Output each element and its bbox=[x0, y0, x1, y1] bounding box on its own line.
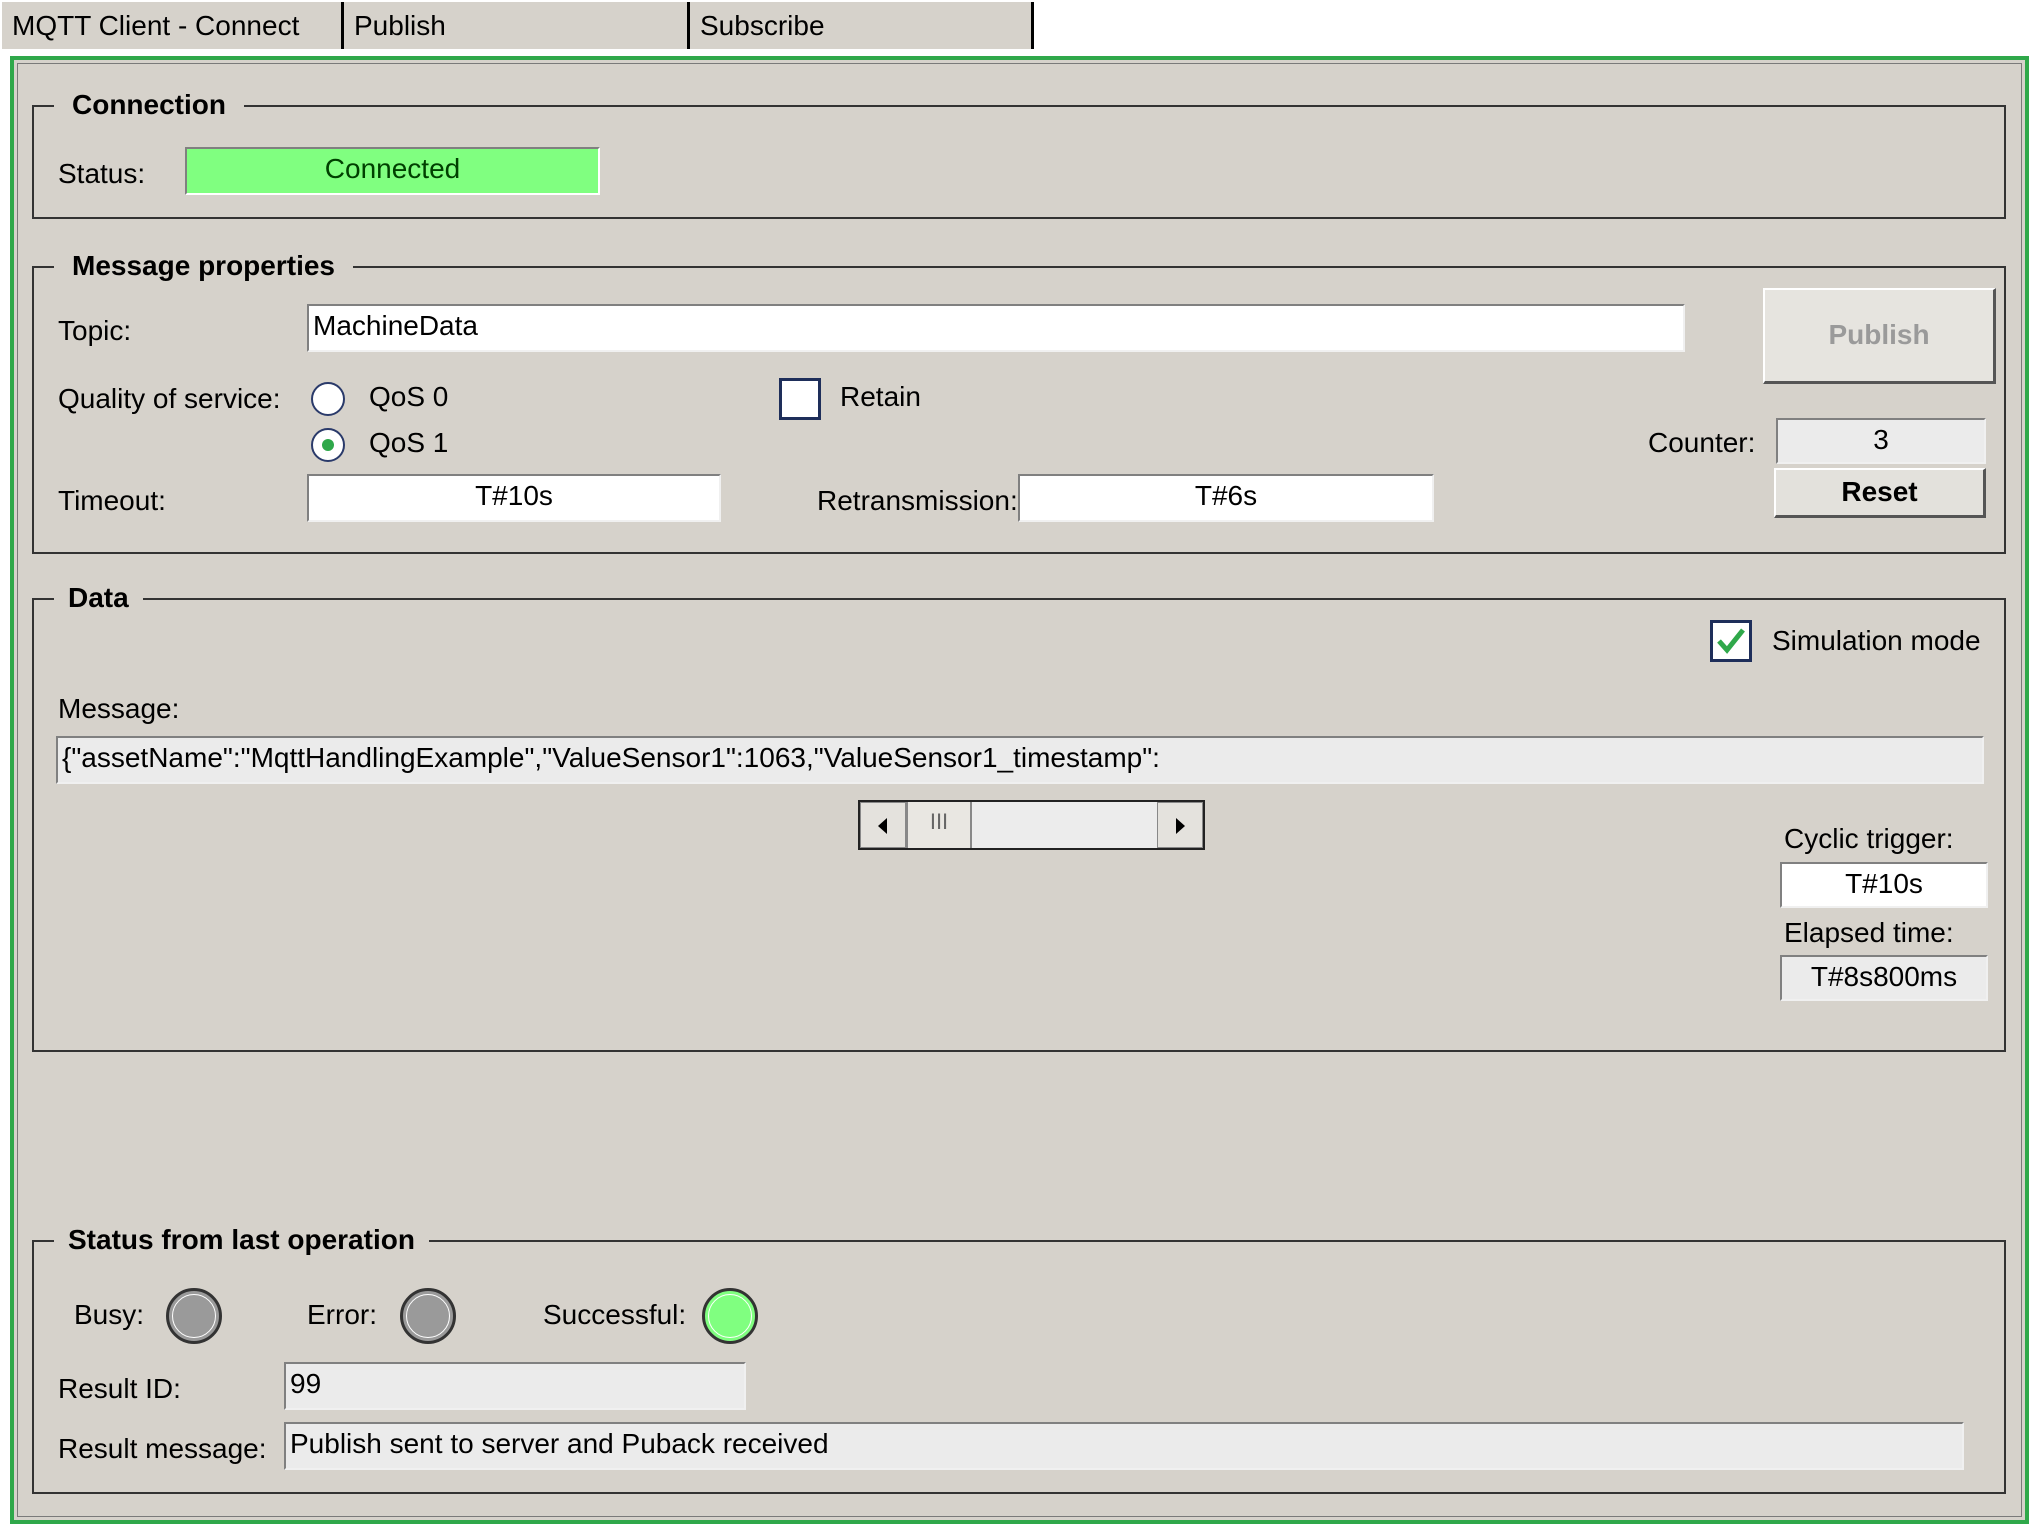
message-properties-group: Message properties Topic: MachineData Qu… bbox=[32, 248, 2006, 554]
scroll-right-button[interactable] bbox=[1157, 802, 1203, 848]
counter-value: 3 bbox=[1776, 418, 1986, 464]
simulation-mode-checkbox[interactable] bbox=[1710, 620, 1752, 662]
checkmark-icon bbox=[1717, 628, 1745, 654]
error-label: Error: bbox=[307, 1299, 377, 1330]
result-message-label: Result message: bbox=[58, 1433, 267, 1464]
connection-title: Connection bbox=[54, 87, 244, 123]
successful-label: Successful: bbox=[543, 1299, 687, 1330]
qos0-label: QoS 0 bbox=[369, 381, 449, 412]
simulation-mode-label: Simulation mode bbox=[1772, 625, 1981, 656]
successful-indicator bbox=[702, 1288, 758, 1344]
busy-label: Busy: bbox=[74, 1299, 145, 1330]
tab-connect[interactable]: MQTT Client - Connect bbox=[2, 2, 344, 49]
result-id-value: 99 bbox=[284, 1362, 746, 1410]
tab-connect-label: MQTT Client - Connect bbox=[12, 10, 300, 41]
cyclic-trigger-input[interactable]: T#10s bbox=[1780, 862, 1988, 908]
topic-label: Topic: bbox=[58, 315, 132, 346]
arrow-left-icon bbox=[878, 818, 887, 834]
qos-label: Quality of service: bbox=[58, 383, 281, 414]
timeout-input[interactable]: T#10s bbox=[307, 474, 721, 522]
busy-indicator bbox=[166, 1288, 222, 1344]
result-id-label: Result ID: bbox=[58, 1373, 181, 1404]
error-indicator bbox=[400, 1288, 456, 1344]
elapsed-time-value: T#8s800ms bbox=[1780, 955, 1988, 1001]
tab-subscribe[interactable]: Subscribe bbox=[690, 2, 1034, 49]
status-title: Status from last operation bbox=[54, 1222, 429, 1258]
retransmission-label: Retransmission: bbox=[817, 485, 1018, 516]
retain-label: Retain bbox=[840, 381, 921, 412]
tab-publish-label: Publish bbox=[354, 10, 446, 41]
scroll-left-button[interactable] bbox=[860, 802, 906, 848]
message-scrollbar[interactable]: III bbox=[858, 800, 1205, 850]
message-input[interactable]: {"assetName":"MqttHandlingExample","Valu… bbox=[56, 736, 1984, 784]
arrow-right-icon bbox=[1176, 818, 1185, 834]
qos1-radio[interactable] bbox=[311, 428, 345, 462]
topic-input[interactable]: MachineData bbox=[307, 304, 1685, 352]
publish-panel: Connection Status: Connected Message pro… bbox=[10, 56, 2029, 1524]
tab-publish[interactable]: Publish bbox=[344, 2, 690, 49]
status-group: Status from last operation Busy: Error: … bbox=[32, 1222, 2006, 1494]
tab-subscribe-label: Subscribe bbox=[700, 10, 825, 41]
connection-group: Connection Status: Connected bbox=[32, 87, 2006, 219]
connection-status-badge: Connected bbox=[185, 147, 600, 195]
qos0-radio[interactable] bbox=[311, 382, 345, 416]
retain-checkbox[interactable] bbox=[779, 378, 821, 420]
retransmission-input[interactable]: T#6s bbox=[1018, 474, 1434, 522]
reset-button[interactable]: Reset bbox=[1774, 468, 1986, 518]
message-properties-title: Message properties bbox=[54, 248, 353, 284]
elapsed-time-label: Elapsed time: bbox=[1784, 917, 1954, 948]
status-label: Status: bbox=[58, 158, 146, 189]
message-label: Message: bbox=[58, 693, 180, 724]
result-message-value: Publish sent to server and Puback receiv… bbox=[284, 1422, 1964, 1470]
counter-label: Counter: bbox=[1648, 427, 1756, 458]
cyclic-trigger-label: Cyclic trigger: bbox=[1784, 823, 1954, 854]
timeout-label: Timeout: bbox=[58, 485, 166, 516]
scroll-thumb[interactable]: III bbox=[906, 802, 972, 848]
data-title: Data bbox=[54, 580, 143, 616]
data-group: Data Simulation mode Message: {"assetNam… bbox=[32, 580, 2006, 1052]
publish-button[interactable]: Publish bbox=[1763, 288, 1996, 384]
scroll-grip-icon: III bbox=[929, 809, 949, 834]
qos1-label: QoS 1 bbox=[369, 427, 449, 458]
